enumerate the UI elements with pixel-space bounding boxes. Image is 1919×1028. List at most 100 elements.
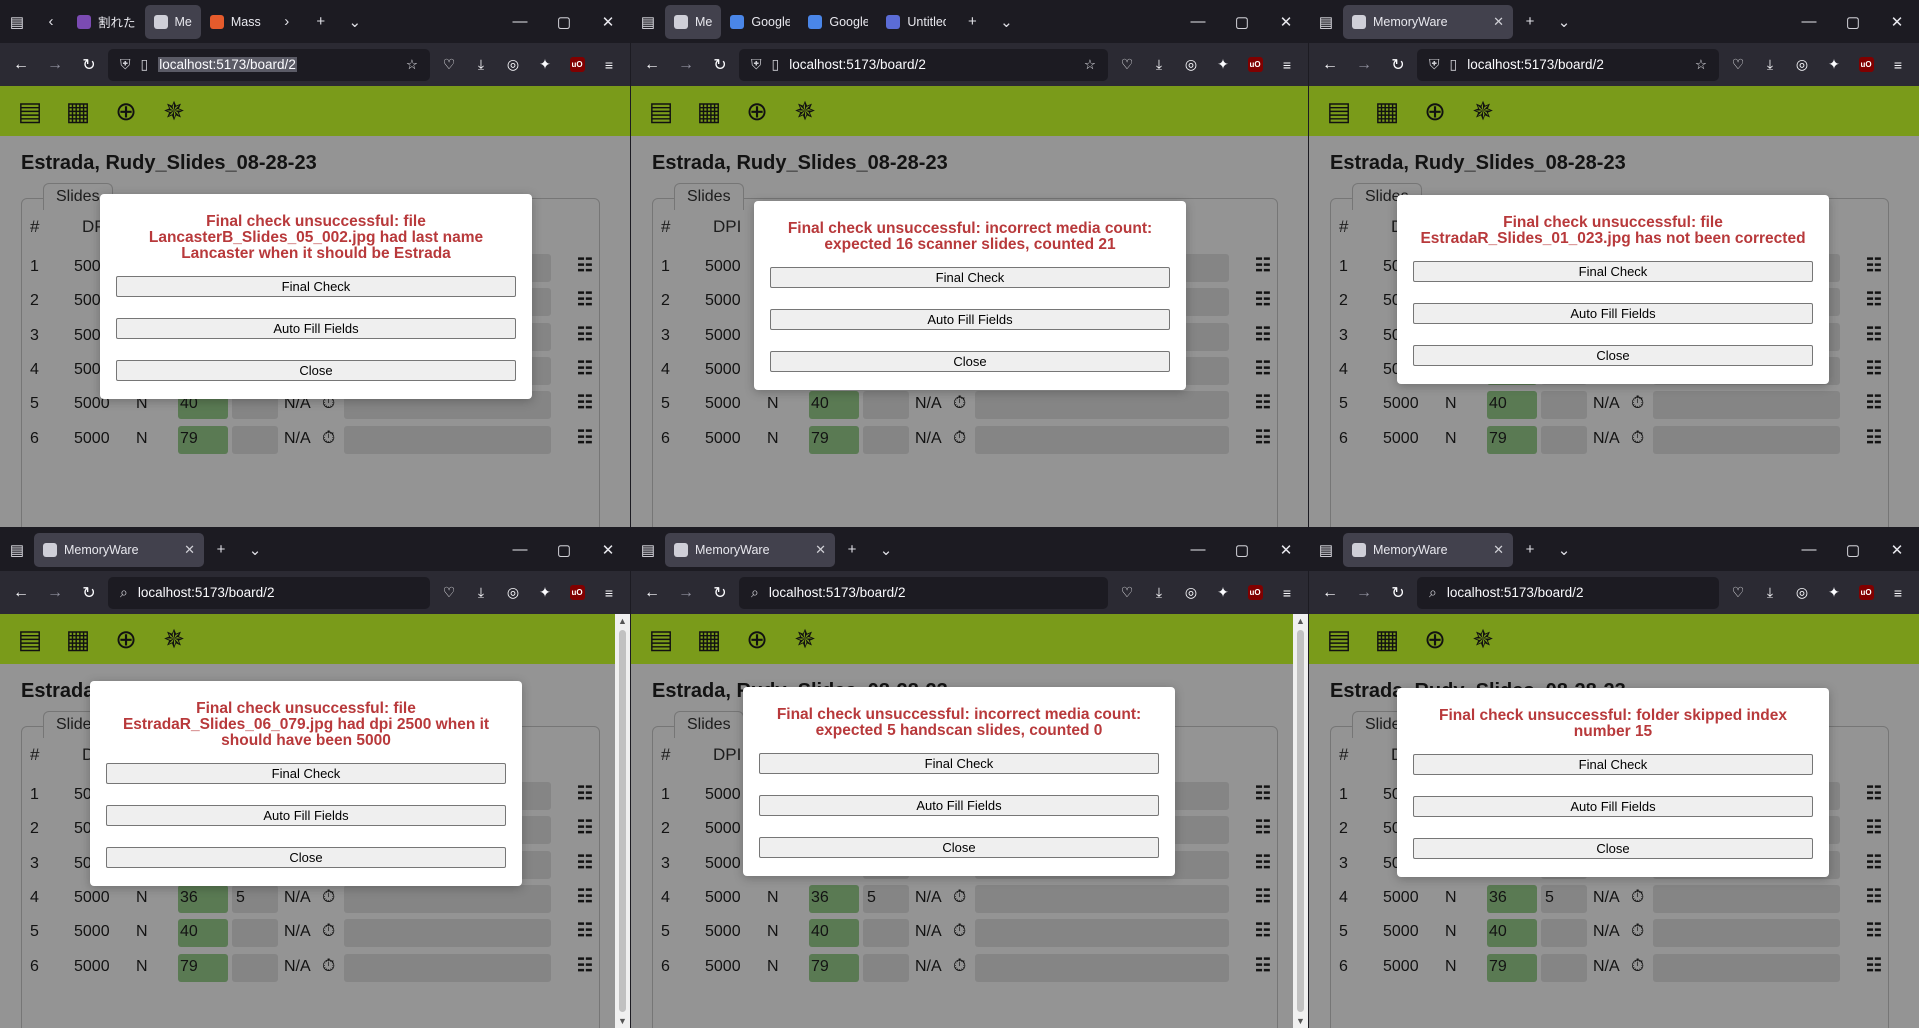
tab-close-icon[interactable]: ✕ xyxy=(1493,14,1504,30)
add-icon[interactable]: ⊕ xyxy=(110,624,142,655)
bookmark-star-icon[interactable]: ☆ xyxy=(1084,57,1096,73)
close-button[interactable]: Close xyxy=(106,847,506,868)
list-tabs-chevron-down-icon[interactable]: ⌄ xyxy=(1547,535,1581,565)
auto-fill-fields-button[interactable]: Auto Fill Fields xyxy=(106,805,506,826)
minimize-icon[interactable]: — xyxy=(1176,13,1220,31)
url-bar[interactable]: ⛨ ▯ localhost:5173/board/2 ☆ xyxy=(739,48,1108,81)
url-text[interactable]: localhost:5173/board/2 xyxy=(769,585,906,600)
ublock-origin-icon[interactable]: uO xyxy=(1240,578,1270,608)
window-close-icon[interactable]: ✕ xyxy=(1875,541,1919,559)
boards-icon[interactable]: ▦ xyxy=(693,96,725,127)
extensions-icon[interactable]: ✦ xyxy=(530,578,560,608)
new-tab-icon[interactable]: + xyxy=(955,7,989,37)
final-check-button[interactable]: Final Check xyxy=(106,763,506,784)
browser-tab[interactable]: MemoryWare ✕ xyxy=(665,532,835,567)
final-check-button[interactable]: Final Check xyxy=(759,753,1159,774)
list-tabs-chevron-down-icon[interactable]: ⌄ xyxy=(1547,7,1581,37)
close-button[interactable]: Close xyxy=(1413,345,1813,366)
maximize-icon[interactable]: ▢ xyxy=(1831,541,1875,559)
back-icon[interactable]: ← xyxy=(637,50,667,80)
network-icon[interactable]: ✵ xyxy=(158,624,190,655)
url-text[interactable]: localhost:5173/board/2 xyxy=(138,585,275,600)
scroll-up-arrow-icon[interactable]: ▲ xyxy=(615,616,630,626)
network-icon[interactable]: ✵ xyxy=(158,96,190,127)
scroll-down-arrow-icon[interactable]: ▼ xyxy=(615,1016,630,1026)
extensions-icon[interactable]: ✦ xyxy=(1819,50,1849,80)
network-icon[interactable]: ✵ xyxy=(1467,96,1499,127)
scroll-tabs-right-icon[interactable]: › xyxy=(270,7,304,37)
boards-icon[interactable]: ▦ xyxy=(62,96,94,127)
auto-fill-fields-button[interactable]: Auto Fill Fields xyxy=(759,795,1159,816)
forward-icon[interactable]: → xyxy=(671,578,701,608)
close-button[interactable]: Close xyxy=(770,351,1170,372)
pocket-icon[interactable]: ♡ xyxy=(1112,50,1142,80)
bookmark-star-icon[interactable]: ☆ xyxy=(406,57,418,73)
window-close-icon[interactable]: ✕ xyxy=(586,13,630,31)
add-icon[interactable]: ⊕ xyxy=(110,96,142,127)
new-tab-icon[interactable]: + xyxy=(1513,535,1547,565)
window-close-icon[interactable]: ✕ xyxy=(586,541,630,559)
boards-icon[interactable]: ▦ xyxy=(1371,96,1403,127)
back-icon[interactable]: ← xyxy=(1315,578,1345,608)
downloads-icon[interactable]: ⤓ xyxy=(1144,50,1174,80)
forward-icon[interactable]: → xyxy=(40,578,70,608)
scrollbar-thumb[interactable] xyxy=(1297,630,1304,1012)
auto-fill-fields-button[interactable]: Auto Fill Fields xyxy=(1413,303,1813,324)
url-text[interactable]: localhost:5173/board/2 xyxy=(158,57,297,72)
reload-icon[interactable]: ↻ xyxy=(705,578,735,608)
table-view-icon[interactable]: ▤ xyxy=(1323,624,1355,655)
list-tabs-chevron-down-icon[interactable]: ⌄ xyxy=(238,535,272,565)
downloads-icon[interactable]: ⤓ xyxy=(466,578,496,608)
app-menu-icon[interactable]: ≡ xyxy=(594,578,624,608)
final-check-button[interactable]: Final Check xyxy=(1413,754,1813,775)
close-button[interactable]: Close xyxy=(1413,838,1813,859)
table-view-icon[interactable]: ▤ xyxy=(14,624,46,655)
extensions-icon[interactable]: ✦ xyxy=(1208,578,1238,608)
back-icon[interactable]: ← xyxy=(6,578,36,608)
add-icon[interactable]: ⊕ xyxy=(741,96,773,127)
url-text[interactable]: localhost:5173/board/2 xyxy=(789,57,926,72)
table-view-icon[interactable]: ▤ xyxy=(645,624,677,655)
back-icon[interactable]: ← xyxy=(6,50,36,80)
browser-tab[interactable]: Me xyxy=(665,4,722,39)
reload-icon[interactable]: ↻ xyxy=(705,50,735,80)
scroll-up-arrow-icon[interactable]: ▲ xyxy=(1293,616,1308,626)
table-view-icon[interactable]: ▤ xyxy=(14,96,46,127)
new-tab-icon[interactable]: + xyxy=(204,535,238,565)
app-menu-icon[interactable]: ≡ xyxy=(1883,50,1913,80)
ublock-origin-icon[interactable]: uO xyxy=(1240,50,1270,80)
final-check-button[interactable]: Final Check xyxy=(770,267,1170,288)
url-bar[interactable]: ⛨ ▯ localhost:5173/board/2 ☆ xyxy=(1417,48,1719,81)
table-view-icon[interactable]: ▤ xyxy=(645,96,677,127)
app-menu-icon[interactable]: ≡ xyxy=(594,50,624,80)
maximize-icon[interactable]: ▢ xyxy=(1220,541,1264,559)
boards-icon[interactable]: ▦ xyxy=(693,624,725,655)
url-text[interactable]: localhost:5173/board/2 xyxy=(1447,585,1584,600)
network-icon[interactable]: ✵ xyxy=(789,624,821,655)
url-bar[interactable]: ⌕ localhost:5173/board/2 xyxy=(739,576,1108,609)
list-tabs-chevron-down-icon[interactable]: ⌄ xyxy=(989,7,1023,37)
downloads-icon[interactable]: ⤓ xyxy=(466,50,496,80)
tab-view-icon[interactable]: ▤ xyxy=(0,535,34,565)
forward-icon[interactable]: → xyxy=(1349,50,1379,80)
scroll-down-arrow-icon[interactable]: ▼ xyxy=(1293,1016,1308,1026)
url-bar[interactable]: ⌕ localhost:5173/board/2 xyxy=(1417,576,1719,609)
boards-icon[interactable]: ▦ xyxy=(1371,624,1403,655)
minimize-icon[interactable]: — xyxy=(1787,13,1831,31)
tab-view-icon[interactable]: ▤ xyxy=(631,7,665,37)
account-icon[interactable]: ◎ xyxy=(1176,578,1206,608)
browser-tab[interactable]: MemoryWare ✕ xyxy=(1343,4,1513,39)
back-icon[interactable]: ← xyxy=(637,578,667,608)
maximize-icon[interactable]: ▢ xyxy=(1220,13,1264,31)
final-check-button[interactable]: Final Check xyxy=(1413,261,1813,282)
pocket-icon[interactable]: ♡ xyxy=(1112,578,1142,608)
account-icon[interactable]: ◎ xyxy=(1787,578,1817,608)
tab-close-icon[interactable]: ✕ xyxy=(815,542,826,558)
pocket-icon[interactable]: ♡ xyxy=(434,578,464,608)
pocket-icon[interactable]: ♡ xyxy=(1723,578,1753,608)
account-icon[interactable]: ◎ xyxy=(1787,50,1817,80)
boards-icon[interactable]: ▦ xyxy=(62,624,94,655)
auto-fill-fields-button[interactable]: Auto Fill Fields xyxy=(1413,796,1813,817)
scroll-tabs-left-icon[interactable]: ‹ xyxy=(34,7,68,37)
forward-icon[interactable]: → xyxy=(40,50,70,80)
